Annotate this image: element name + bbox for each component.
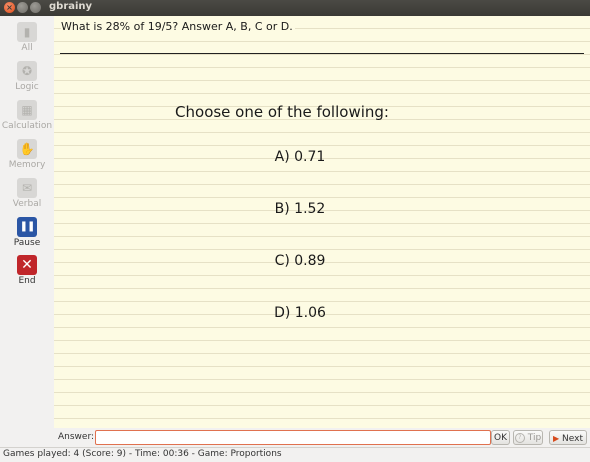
answer-option-c[interactable]: C) 0.89 [54,253,546,269]
choose-prompt: Choose one of the following: [175,103,389,121]
toolbar-pause-button[interactable]: ❚❚ Pause [0,217,54,248]
all-games-icon: ▮ [17,22,37,42]
maximize-window-button[interactable] [30,2,41,13]
logic-icon: ✪ [17,61,37,81]
answer-label: Answer: [58,432,95,442]
toolbar-calculation-label: Calculation [1,121,53,131]
answer-option-b[interactable]: B) 1.52 [54,201,546,217]
status-bar: Games played: 4 (Score: 9) - Time: 00:36… [0,447,590,462]
game-drawing-area: What is 28% of 19/5? Answer A, B, C or D… [54,16,590,428]
toolbar-logic-label: Logic [15,82,39,92]
status-text: Games played: 4 (Score: 9) - Time: 00:36… [3,449,282,459]
answer-bar: Answer: OK ? Tip ▶ Next [54,428,590,447]
title-bar: × gbrainy [0,0,590,16]
close-window-button[interactable]: × [4,2,15,13]
verbal-icon: ✉ [17,178,37,198]
window-title: gbrainy [49,1,93,12]
toolbar-all-label: All [21,43,33,53]
answer-option-d[interactable]: D) 1.06 [54,305,546,321]
toolbar-memory-button[interactable]: ✋ Memory [0,139,54,170]
next-label: Next [562,434,583,444]
toolbar-verbal-label: Verbal [12,199,42,209]
toolbar-verbal-button[interactable]: ✉ Verbal [0,178,54,209]
toolbar-memory-label: Memory [8,160,46,170]
minimize-window-button[interactable] [17,2,28,13]
toolbar-logic-button[interactable]: ✪ Logic [0,61,54,92]
memory-icon: ✋ [17,139,37,159]
toolbar-pause-label: Pause [13,238,41,248]
answer-option-a[interactable]: A) 0.71 [54,149,546,165]
pause-icon: ❚❚ [17,217,37,237]
next-button[interactable]: ▶ Next [549,430,587,445]
question-divider [60,53,584,54]
toolbar-all-button[interactable]: ▮ All [0,22,54,53]
toolbar-calculation-button[interactable]: ▦ Calculation [0,100,54,131]
tip-icon: ? [514,432,525,443]
ok-button[interactable]: OK [491,430,510,445]
calculation-icon: ▦ [17,100,37,120]
tip-label: Tip [527,433,542,443]
next-arrow-icon: ▶ [553,434,560,443]
toolbar-sidebar: ▮ All ✪ Logic ▦ Calculation ✋ Memory ✉ V… [0,16,54,446]
end-icon: ✕ [17,255,37,275]
question-text: What is 28% of 19/5? Answer A, B, C or D… [61,20,295,33]
tip-button[interactable]: ? Tip [513,430,543,445]
toolbar-end-button[interactable]: ✕ End [0,255,54,286]
toolbar-end-label: End [18,276,36,286]
answer-input[interactable] [95,430,491,445]
